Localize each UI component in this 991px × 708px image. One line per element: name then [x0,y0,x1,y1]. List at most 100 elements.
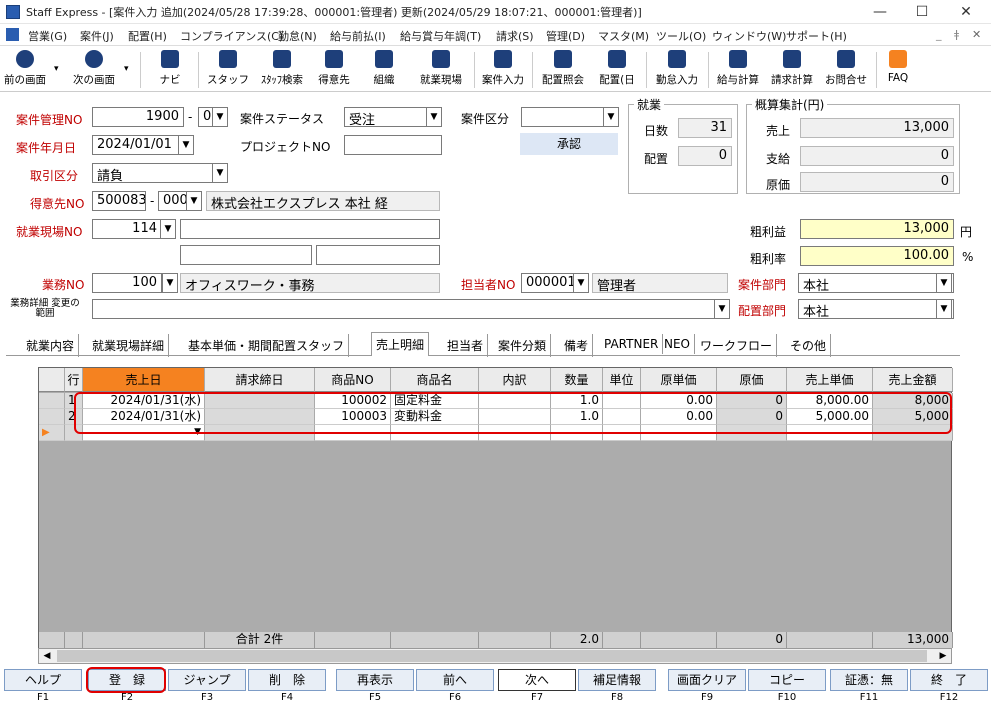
customer-sub-field[interactable]: 000 [158,191,188,211]
clear-button[interactable]: 画面クリア [668,669,746,691]
menu-support[interactable]: サポート(H) [786,28,847,44]
site-name-field[interactable] [180,219,440,239]
faq-button[interactable]: FAQ [880,50,916,90]
grid-header-product-no[interactable]: 商品NO [315,368,391,392]
tab-partner[interactable]: PARTNER [600,334,664,354]
staff-button[interactable]: スタッフ [206,50,250,90]
deal-dropdown[interactable]: ▼ [212,163,228,183]
next-dropdown-icon[interactable]: ▾ [124,64,129,74]
person-no-dropdown[interactable]: ▼ [573,273,589,293]
menu-tools[interactable]: ツール(O) [656,28,706,44]
supplement-button[interactable]: 補足情報 [578,669,656,691]
site-extra-field-2[interactable] [316,245,440,265]
menu-attendance[interactable]: 勤怠(N) [278,28,317,44]
menu-window[interactable]: ウィンドウ(W) [712,28,786,44]
work-no-dropdown[interactable]: ▼ [162,273,178,293]
dept-select[interactable]: 本社 [798,273,954,293]
refresh-button[interactable]: 再表示 [336,669,414,691]
tab-basic-price[interactable]: 基本単価・期間配置スタッフ [184,334,350,357]
dept-dropdown[interactable]: ▼ [936,273,952,293]
grid-header-detail[interactable]: 内訳 [479,368,551,392]
menu-sales[interactable]: 営業(G) [28,28,67,44]
next-screen-button[interactable]: 次の画面 [66,50,122,90]
tab-workflow[interactable]: ワークフロー [696,334,778,357]
grid-header-amount[interactable]: 売上金額 [873,368,953,392]
prev-dropdown-icon[interactable]: ▾ [54,64,59,74]
tab-sales-detail[interactable]: 売上明細 [371,332,430,356]
child-minimize-button[interactable]: _ [936,28,942,41]
jump-button[interactable]: ジャンプ [168,669,246,691]
tab-other[interactable]: その他 [786,334,832,357]
status-dropdown[interactable]: ▼ [426,107,442,127]
exit-button[interactable]: 終 了 [910,669,988,691]
grid-header-close-date[interactable]: 請求締日 [205,368,315,392]
assign-dept-select[interactable]: 本社 [798,299,954,319]
site-button[interactable]: 就業現場 [414,50,468,90]
menu-assign[interactable]: 配置(H) [128,28,167,44]
site-extra-field-1[interactable] [180,245,312,265]
attendance-button[interactable]: 勤怠入力 [650,50,704,90]
menu-master[interactable]: マスタ(M) [598,28,649,44]
menu-admin[interactable]: 管理(D) [546,28,585,44]
approve-button[interactable]: 承認 [520,133,618,155]
case-input-button[interactable]: 案件入力 [478,50,528,90]
billing-button[interactable]: 請求計算 [766,50,818,90]
customer-button[interactable]: 得意先 [312,50,356,90]
grid-header-qty[interactable]: 数量 [551,368,603,392]
minimize-button[interactable]: — [862,2,898,22]
tab-neo[interactable]: NEO [660,334,696,354]
grid-header-product-name[interactable]: 商品名 [391,368,479,392]
grid-header-unit[interactable]: 単位 [603,368,641,392]
contact-button[interactable]: お問合せ [820,50,872,90]
copy-button[interactable]: コピー [748,669,826,691]
staff-search-button[interactable]: ｽﾀｯﾌ検索 [256,50,308,90]
row-selector[interactable] [39,409,65,425]
payroll-button[interactable]: 給与計算 [712,50,764,90]
customer-no-field[interactable]: 500083 [92,191,146,211]
assign-day-button[interactable]: 配置(日 [592,50,642,90]
menu-compliance[interactable]: コンプライアンス(C) [180,28,283,44]
menu-payroll[interactable]: 給与賞与年調(T) [400,28,481,44]
detail-dropdown[interactable]: ▼ [714,299,730,319]
assign-dept-dropdown[interactable]: ▼ [936,299,952,319]
next-button[interactable]: 次へ [498,669,576,691]
grid-header-cost[interactable]: 原価 [717,368,787,392]
site-no-dropdown[interactable]: ▼ [160,219,176,239]
division-dropdown[interactable]: ▼ [603,107,619,127]
grid-header-sales-date[interactable]: 売上日 [83,368,205,392]
help-button[interactable]: ヘルプ [4,669,82,691]
menu-prepay[interactable]: 給与前払(I) [330,28,386,44]
customer-sub-dropdown[interactable]: ▼ [186,191,202,211]
scroll-right-icon[interactable]: ▶ [935,649,951,663]
grid-header-cost-unit[interactable]: 原単価 [641,368,717,392]
prev-screen-button[interactable]: 前の画面 [2,50,48,90]
evidence-button[interactable]: 証憑：無 [830,669,908,691]
navi-button[interactable]: ナビ [150,50,190,90]
row-selector[interactable] [39,393,65,409]
horizontal-scrollbar[interactable]: ◀ ▶ [38,648,952,664]
case-no-sub-dropdown[interactable]: ▼ [212,107,228,127]
scroll-left-icon[interactable]: ◀ [39,649,55,663]
deal-select[interactable]: 請負 [92,163,228,183]
person-no-field[interactable]: 000001 [521,273,575,293]
tab-person[interactable]: 担当者 [443,334,489,357]
scroll-thumb[interactable] [57,650,927,662]
child-close-button[interactable]: ✕ [972,28,981,41]
delete-button[interactable]: 削 除 [248,669,326,691]
menu-billing[interactable]: 請求(S) [496,28,534,44]
site-no-field[interactable]: 114 [92,219,162,239]
tab-work-content[interactable]: 就業内容 [22,334,80,357]
prev-button[interactable]: 前へ [416,669,494,691]
grid-header-sale-unit[interactable]: 売上単価 [787,368,873,392]
tab-note[interactable]: 備考 [560,334,594,357]
org-button[interactable]: 組織 [364,50,404,90]
tab-case-class[interactable]: 案件分類 [494,334,552,357]
child-restore-button[interactable]: ǂ [954,28,959,41]
detail-select[interactable] [92,299,728,319]
close-button[interactable]: ✕ [948,2,984,22]
work-no-field[interactable]: 100 [92,273,162,293]
assign-inquiry-button[interactable]: 配置照会 [536,50,590,90]
project-field[interactable] [344,135,442,155]
menu-case[interactable]: 案件(J) [80,28,114,44]
case-no-field[interactable]: 1900 [92,107,184,127]
